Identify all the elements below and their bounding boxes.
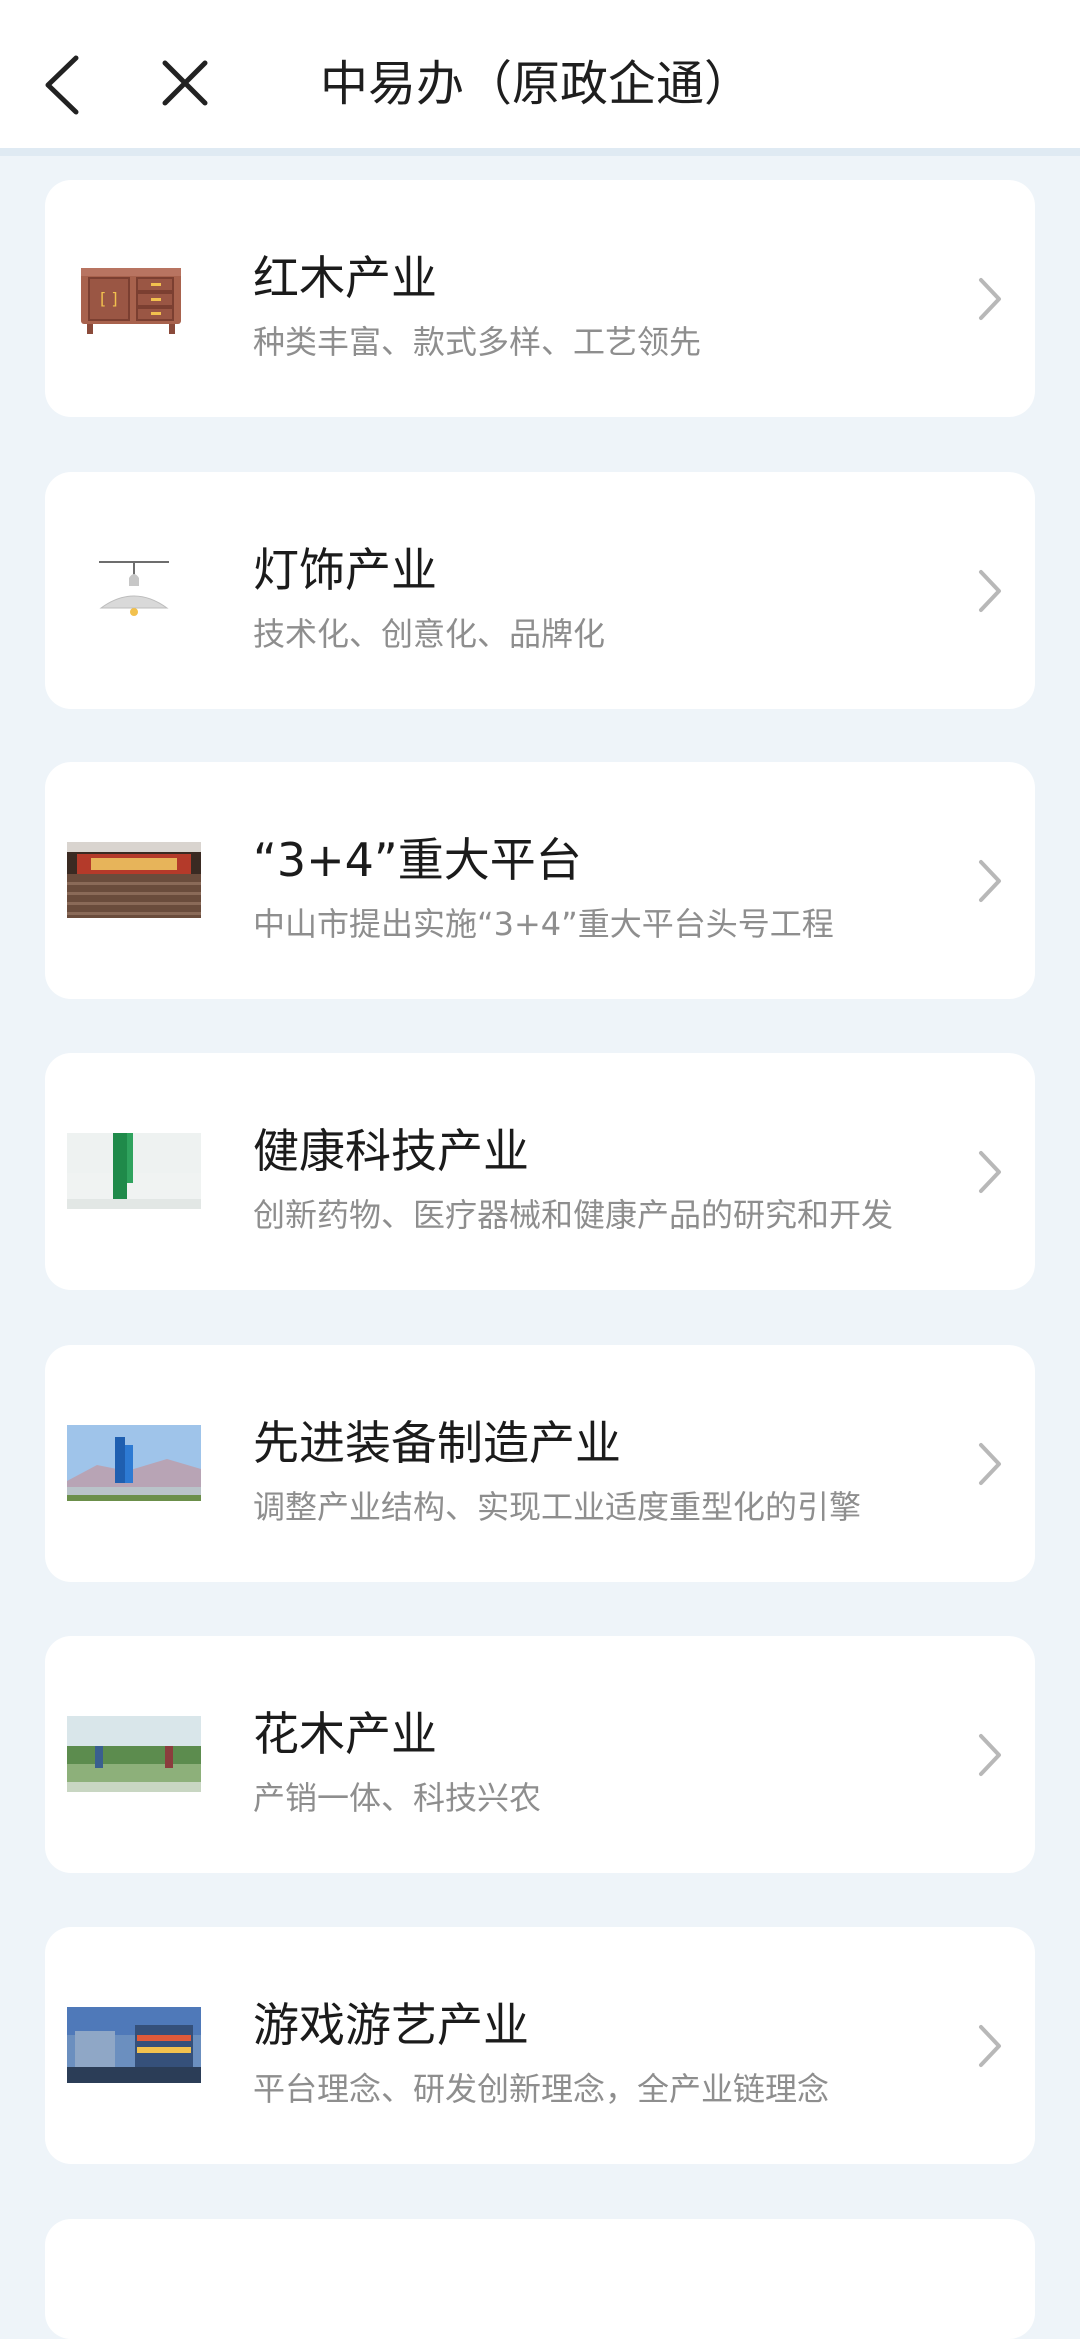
cabinet-image: [ ]	[67, 260, 201, 336]
list-item-major-platform[interactable]: “3+4”重大平台 中山市提出实施“3+4”重大平台头号工程	[45, 762, 1035, 999]
item-title: 健康科技产业	[253, 1124, 529, 1178]
top-bar: 中易办（原政企通）	[0, 0, 1080, 156]
item-subtitle: 创新药物、医疗器械和健康产品的研究和开发	[253, 1196, 894, 1234]
list-item-health-tech[interactable]: 健康科技产业 创新药物、医疗器械和健康产品的研究和开发	[45, 1053, 1035, 1290]
chevron-right-icon	[979, 860, 1001, 902]
conference-hall-image	[67, 842, 201, 918]
item-subtitle: 技术化、创意化、品牌化	[253, 615, 606, 653]
list-item-advanced-equipment[interactable]: 先进装备制造产业 调整产业结构、实现工业适度重型化的引擎	[45, 1345, 1035, 1582]
item-title: 游戏游艺产业	[253, 1998, 529, 2052]
list-item-partial[interactable]	[45, 2219, 1035, 2339]
item-subtitle: 种类丰富、款式多样、工艺领先	[253, 323, 702, 361]
item-subtitle: 调整产业结构、实现工业适度重型化的引擎	[253, 1488, 862, 1526]
chevron-right-icon	[979, 1443, 1001, 1485]
chevron-right-icon	[979, 570, 1001, 612]
page-title: 中易办（原政企通）	[320, 56, 753, 112]
svg-text:[ ]: [ ]	[100, 289, 118, 308]
chevron-right-icon	[979, 1151, 1001, 1193]
item-title: 花木产业	[253, 1707, 437, 1761]
list-item-gaming[interactable]: 游戏游艺产业 平台理念、研发创新理念，全产业链理念	[45, 1927, 1035, 2164]
amusement-building-image	[67, 2007, 201, 2083]
list-item-flowers[interactable]: 花木产业 产销一体、科技兴农	[45, 1636, 1035, 1873]
list-item-hongmu[interactable]: [ ] 红木产业 种类丰富、款式多样、工艺领先	[45, 180, 1035, 417]
item-title: “3+4”重大平台	[253, 833, 582, 887]
health-sign-image	[67, 1133, 201, 1209]
pendant-lamp-image	[67, 552, 201, 628]
chevron-left-icon[interactable]	[38, 52, 86, 118]
item-subtitle: 平台理念、研发创新理念，全产业链理念	[253, 2070, 830, 2108]
industrial-monument-image	[67, 1425, 201, 1501]
item-title: 先进装备制造产业	[253, 1416, 621, 1470]
nursery-field-image	[67, 1716, 201, 1792]
item-subtitle: 产销一体、科技兴农	[253, 1779, 542, 1817]
list-item-dengshi[interactable]: 灯饰产业 技术化、创意化、品牌化	[45, 472, 1035, 709]
item-title: 红木产业	[253, 251, 437, 305]
chevron-right-icon	[979, 2025, 1001, 2067]
item-subtitle: 中山市提出实施“3+4”重大平台头号工程	[253, 905, 834, 943]
chevron-right-icon	[979, 278, 1001, 320]
close-icon[interactable]	[160, 58, 210, 108]
chevron-right-icon	[979, 1734, 1001, 1776]
item-title: 灯饰产业	[253, 543, 437, 597]
